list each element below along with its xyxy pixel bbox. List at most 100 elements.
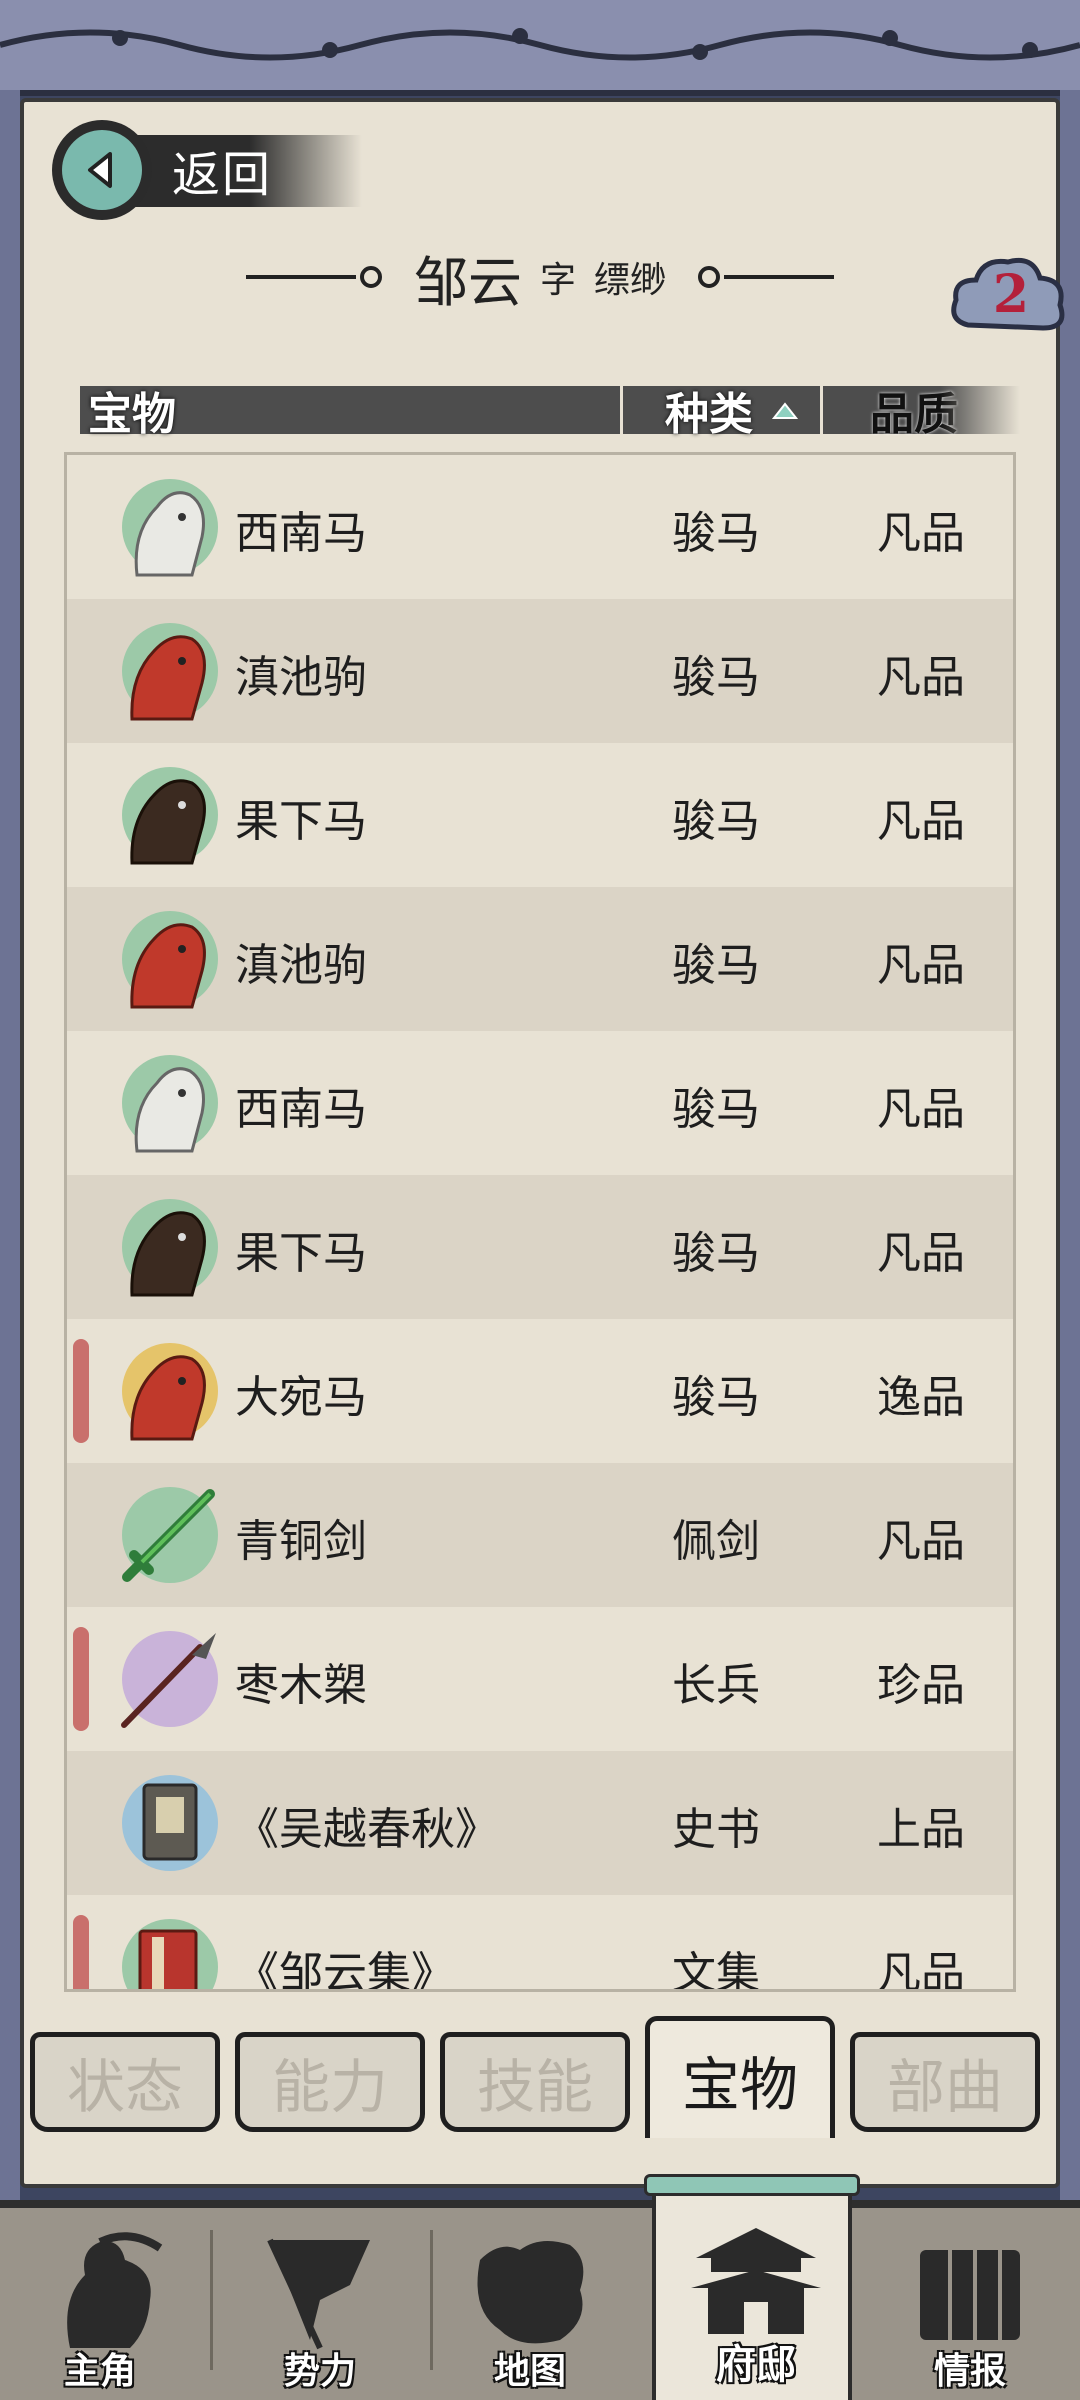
item-quality: 凡品 (877, 796, 965, 847)
history-book-icon (122, 1775, 218, 1871)
item-type: 骏马 (672, 652, 760, 703)
item-type: 骏马 (672, 508, 760, 559)
item-quality: 上品 (877, 1804, 965, 1855)
item-name: 枣木槊 (235, 1660, 367, 1711)
item-name: 大宛马 (235, 1372, 367, 1423)
spear-icon (121, 1631, 218, 1728)
top-decorative-band (0, 0, 1080, 96)
list-item[interactable]: 《邹云集》 文集 凡品 (67, 1895, 1013, 1992)
new-item-marker (73, 1915, 89, 1989)
item-name: 《邹云集》 (235, 1948, 455, 1992)
list-item[interactable]: 滇池驹 骏马 凡品 (67, 887, 1013, 1031)
tab-troops[interactable]: 部曲 (850, 2032, 1040, 2132)
list-item[interactable]: 果下马 骏马 凡品 (67, 1175, 1013, 1319)
bottom-navigation: 主角 势力 地图 府邸 情报 (0, 2174, 1080, 2400)
back-button[interactable]: 返回 (52, 120, 362, 220)
list-item[interactable]: 《吴越春秋》 史书 上品 (67, 1751, 1013, 1895)
dark-horse-icon (122, 1199, 218, 1297)
cloud-badge[interactable]: 2 (948, 250, 1068, 345)
list-item[interactable]: 大宛马 骏马 逸品 (67, 1319, 1013, 1463)
list-item[interactable]: 滇池驹 骏马 凡品 (67, 599, 1013, 743)
nav-label: 地图 (493, 2351, 566, 2392)
item-quality: 凡品 (877, 1516, 965, 1567)
flag-icon (267, 2238, 370, 2350)
red-horse-icon (122, 911, 218, 1009)
item-type: 长兵 (672, 1660, 760, 1711)
nav-intelligence[interactable]: 情报 (870, 2210, 1070, 2400)
item-quality: 凡品 (877, 1948, 965, 1992)
item-quality: 凡品 (877, 652, 965, 703)
item-quality: 凡品 (877, 1084, 965, 1135)
list-item[interactable]: 枣木槊 长兵 珍品 (67, 1607, 1013, 1751)
nav-label: 势力 (283, 2351, 356, 2392)
item-quality: 凡品 (877, 940, 965, 991)
nav-label: 主角 (63, 2351, 136, 2392)
dark-horse-icon (122, 767, 218, 865)
table-header: 宝物 种类 品质 (80, 386, 1020, 440)
white-horse-icon (122, 1055, 218, 1153)
vine-ornament-icon (0, 28, 1080, 61)
item-type: 佩剑 (672, 1516, 760, 1567)
zi-label: 字 (539, 260, 576, 301)
list-item[interactable]: 果下马 骏马 凡品 (67, 743, 1013, 887)
header-item[interactable]: 宝物 (88, 378, 176, 442)
item-type: 文集 (672, 1948, 760, 1992)
badge-count: 2 (992, 264, 1030, 325)
tab-treasures[interactable]: 宝物 (645, 2016, 835, 2138)
scroll-rod (644, 2174, 860, 2196)
header-type[interactable]: 种类 (665, 378, 753, 442)
new-item-marker (73, 1339, 89, 1443)
nav-label: 府邸 (716, 2342, 796, 2388)
nav-top-border (0, 2200, 1080, 2208)
tab-status[interactable]: 状态 (30, 2032, 220, 2132)
collection-book-icon (122, 1919, 218, 1989)
nav-protagonist[interactable]: 主角 (0, 2210, 200, 2400)
header-fade (940, 386, 1020, 434)
left-border (0, 90, 20, 2200)
scroll-icon (920, 2250, 1020, 2340)
header-divider (820, 386, 823, 434)
item-name: 滇池驹 (235, 940, 367, 991)
header-divider (620, 386, 623, 434)
nav-divider (210, 2230, 213, 2370)
item-quality: 珍品 (877, 1660, 965, 1711)
item-name: 《吴越春秋》 (235, 1804, 499, 1855)
map-icon (477, 2241, 584, 2344)
item-type: 骏马 (672, 1372, 760, 1423)
item-type: 骏马 (672, 1084, 760, 1135)
item-name: 滇池驹 (235, 652, 367, 703)
item-quality: 凡品 (877, 1228, 965, 1279)
item-type: 史书 (672, 1804, 760, 1855)
nav-map[interactable]: 地图 (430, 2210, 630, 2400)
item-quality: 逸品 (877, 1372, 965, 1423)
item-name: 西南马 (235, 1084, 367, 1135)
nav-mansion[interactable]: 府邸 (644, 2174, 860, 2400)
item-name: 果下马 (235, 1228, 367, 1279)
list-item[interactable]: 西南马 骏马 凡品 (67, 1031, 1013, 1175)
warrior-icon (67, 2232, 163, 2348)
item-name: 西南马 (235, 508, 367, 559)
right-border (1060, 90, 1080, 2200)
treasure-list[interactable]: 西南马 骏马 凡品 滇池驹 骏马 凡品 果下马 骏马 凡品 滇池驹 骏马 凡品 (64, 452, 1016, 1992)
item-type: 骏马 (672, 1228, 760, 1279)
nav-faction[interactable]: 势力 (220, 2210, 420, 2400)
tab-skills[interactable]: 技能 (440, 2032, 630, 2132)
right-ornament-icon (698, 266, 835, 288)
character-name: 邹云 (413, 250, 522, 314)
left-ornament-icon (245, 266, 382, 288)
tab-ability[interactable]: 能力 (235, 2032, 425, 2132)
red-horse-gold-icon (122, 1343, 218, 1441)
item-type: 骏马 (672, 940, 760, 991)
new-item-marker (73, 1627, 89, 1731)
character-title: 邹云 字 缥缈 (240, 232, 840, 322)
bronze-sword-icon (122, 1487, 218, 1583)
item-type: 骏马 (672, 796, 760, 847)
item-name: 果下马 (235, 796, 367, 847)
detail-tabs: 状态 能力 技能 宝物 部曲 (30, 2016, 1060, 2142)
red-horse-icon (122, 623, 218, 721)
courtesy-name: 缥缈 (594, 260, 667, 301)
mansion-icon (691, 2228, 821, 2334)
list-item[interactable]: 西南马 骏马 凡品 (67, 455, 1013, 599)
item-name: 青铜剑 (235, 1516, 367, 1567)
list-item[interactable]: 青铜剑 佩剑 凡品 (67, 1463, 1013, 1607)
